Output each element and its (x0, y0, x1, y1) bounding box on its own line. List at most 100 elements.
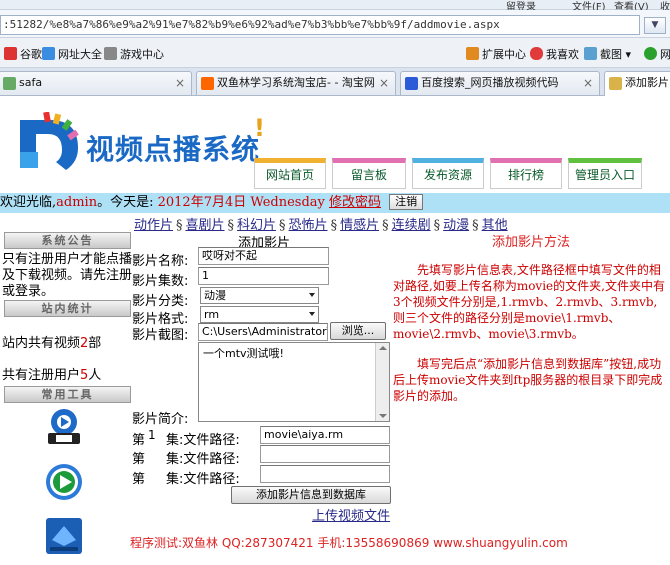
welcome-weekday: Wednesday (250, 195, 325, 210)
tab-bar: safa × 双鱼林学习系统淘宝店- - 淘宝网 × 百度搜索_网页播放视频代码 × … (0, 68, 670, 96)
category-series[interactable]: 连续剧 (392, 218, 431, 233)
page-icon (609, 77, 622, 90)
episode-3-number[interactable] (145, 466, 163, 484)
category-scifi[interactable]: 科幻片 (237, 218, 276, 233)
intro-text: 一个mtv测试哦! (203, 347, 284, 360)
fav-game-center[interactable]: 游戏中心 (104, 46, 164, 62)
video-count: 站内共有视频2部 (2, 336, 102, 351)
welcome-bar: 欢迎光临,admin。今天是: 2012年7月4日 Wednesday 修改密码… (0, 193, 670, 213)
heart-icon (530, 47, 543, 60)
episode-2-row: 第 (132, 452, 146, 467)
google-icon (4, 47, 17, 60)
scroll-up-icon[interactable] (379, 346, 387, 350)
cover-label: 影片截图: (132, 328, 189, 343)
episode-3-suffix: 集:文件路径: (166, 472, 240, 487)
fav-web[interactable]: 网 (644, 46, 670, 62)
help-paragraph-1: 先填写影片信息表,文件路径框中填写文件的相对路径,如要上传名称为movie的文件… (393, 263, 665, 341)
fav-screenshot[interactable]: 截图 ▾ (584, 46, 631, 62)
episode-2-suffix: 集:文件路径: (166, 452, 240, 467)
category-label: 影片分类: (132, 294, 189, 309)
help-title: 添加影片方法 (492, 235, 571, 250)
category-anime[interactable]: 动漫 (443, 218, 469, 233)
stormcodec-icon[interactable] (44, 516, 84, 556)
nav-home[interactable]: 网站首页 (254, 158, 326, 189)
close-icon[interactable]: × (175, 72, 185, 94)
episode-1-path-input[interactable]: movie\aiya.rm (260, 426, 390, 444)
scroll-down-icon[interactable] (379, 414, 387, 418)
category-horror[interactable]: 恐怖片 (289, 218, 328, 233)
episode-3-path-input[interactable] (260, 465, 390, 483)
logout-button[interactable]: 注销 (389, 194, 424, 210)
episode-count-input[interactable]: 1 (198, 267, 329, 285)
episode-1-number: 1 (145, 427, 163, 445)
submit-movie-button[interactable]: 添加影片信息到数据库 (231, 486, 391, 504)
category-select[interactable]: 动漫 (200, 287, 319, 304)
fav-extensions[interactable]: 扩展中心 (466, 46, 526, 62)
tab-safa[interactable]: safa × (0, 71, 192, 95)
tab-baidu[interactable]: 百度搜索_网页播放视频代码 × (400, 71, 600, 95)
user-count: 共有注册用户5人 (2, 368, 102, 383)
episode-2-number[interactable] (145, 446, 163, 464)
welcome-today-label: 。今天是: (97, 195, 154, 210)
favorites-bar: 谷歌 网址大全 游戏中心 扩展中心 我喜欢 截图 ▾ 网 (0, 38, 670, 68)
episode-1-suffix: 集:文件路径: (166, 433, 240, 448)
windows-media-player-icon[interactable] (44, 462, 84, 502)
address-dropdown-button[interactable]: ▼ (644, 17, 666, 34)
chevron-down-icon (309, 293, 315, 297)
gamepad-icon (104, 47, 117, 60)
nav-guestbook[interactable]: 留言板 (332, 158, 406, 189)
welcome-user: admin (56, 195, 98, 210)
browser-top-menu: 留登录 文件(F) 查看(V) 收 (0, 0, 670, 13)
nav-ranking[interactable]: 排行榜 (490, 158, 562, 189)
category-nav: 动作片 § 喜剧片 § 科幻片 § 恐怖片 § 情感片 § 连续剧 § 动漫 § 其他 (134, 218, 508, 233)
category-romance[interactable]: 情感片 (340, 218, 379, 233)
address-bar: :51282/%e8%a7%86%e9%a2%91%e7%82%b9%e6%92… (0, 10, 670, 38)
globe-icon (644, 47, 657, 60)
logo-icon (20, 112, 79, 170)
welcome-date: 2012年7月4日 (157, 195, 247, 210)
category-comedy[interactable]: 喜剧片 (186, 218, 225, 233)
page-icon (3, 77, 16, 90)
footer-credits: 程序测试:双鱼林 QQ:287307421 手机:13558690869 www… (130, 536, 568, 550)
browse-button[interactable]: 浏览... (330, 322, 386, 340)
site-title: 视频点播系统 (86, 133, 261, 166)
format-select[interactable]: rm (200, 306, 319, 323)
nav-publish[interactable]: 发布资源 (412, 158, 484, 189)
category-action[interactable]: 动作片 (134, 218, 173, 233)
tab-taobao[interactable]: 双鱼林学习系统淘宝店- - 淘宝网 × (196, 71, 396, 95)
nav-admin[interactable]: 管理员入口 (568, 158, 642, 189)
cover-file-input[interactable]: C:\Users\Administrator\De (198, 323, 328, 341)
movie-name-input[interactable]: 哎呀对不起 (198, 247, 329, 265)
notice-text: 只有注册用户才能点播及下载视频。请先注册或登录。 (2, 252, 133, 299)
realplayer-icon[interactable] (44, 406, 84, 446)
stats-heading: 站内统计 (4, 300, 131, 317)
scrollbar[interactable] (375, 343, 389, 421)
welcome-prefix: 欢迎光临, (0, 195, 57, 210)
chevron-down-icon (309, 312, 315, 316)
baidu-paw-icon (405, 77, 418, 90)
episode-1-row: 第 (132, 433, 146, 448)
close-icon[interactable]: × (583, 72, 593, 94)
taobao-icon (201, 77, 214, 90)
notice-heading: 系统公告 (4, 232, 131, 249)
tab-add-movie[interactable]: 添加影片 (604, 71, 670, 96)
episodes-label: 影片集数: (132, 274, 189, 289)
scissors-icon (584, 47, 597, 60)
intro-textarea[interactable]: 一个mtv测试哦! (198, 342, 390, 422)
episode-3-row: 第 (132, 472, 146, 487)
extension-icon (466, 47, 479, 60)
change-password-link[interactable]: 修改密码 (329, 195, 381, 210)
help-paragraph-2: 填写完后点“添加影片信息到数据库”按钮,成功后上传movie文件夹到ftp服务器… (393, 357, 663, 403)
name-label: 影片名称: (132, 254, 189, 269)
site-title-mark: ! (254, 114, 265, 142)
fav-google[interactable]: 谷歌 (4, 46, 42, 62)
upload-video-link[interactable]: 上传视频文件 (312, 505, 390, 524)
address-input[interactable]: :51282/%e8%a7%86%e9%a2%91%e7%82%b9%e6%92… (0, 15, 640, 35)
tools-heading: 常用工具 (4, 386, 131, 403)
close-icon[interactable]: × (379, 72, 389, 94)
site-nav-icon (42, 47, 55, 60)
episode-2-path-input[interactable] (260, 445, 390, 463)
intro-label: 影片简介: (132, 412, 189, 427)
fav-site-nav[interactable]: 网址大全 (42, 46, 102, 62)
fav-like[interactable]: 我喜欢 (530, 46, 579, 62)
